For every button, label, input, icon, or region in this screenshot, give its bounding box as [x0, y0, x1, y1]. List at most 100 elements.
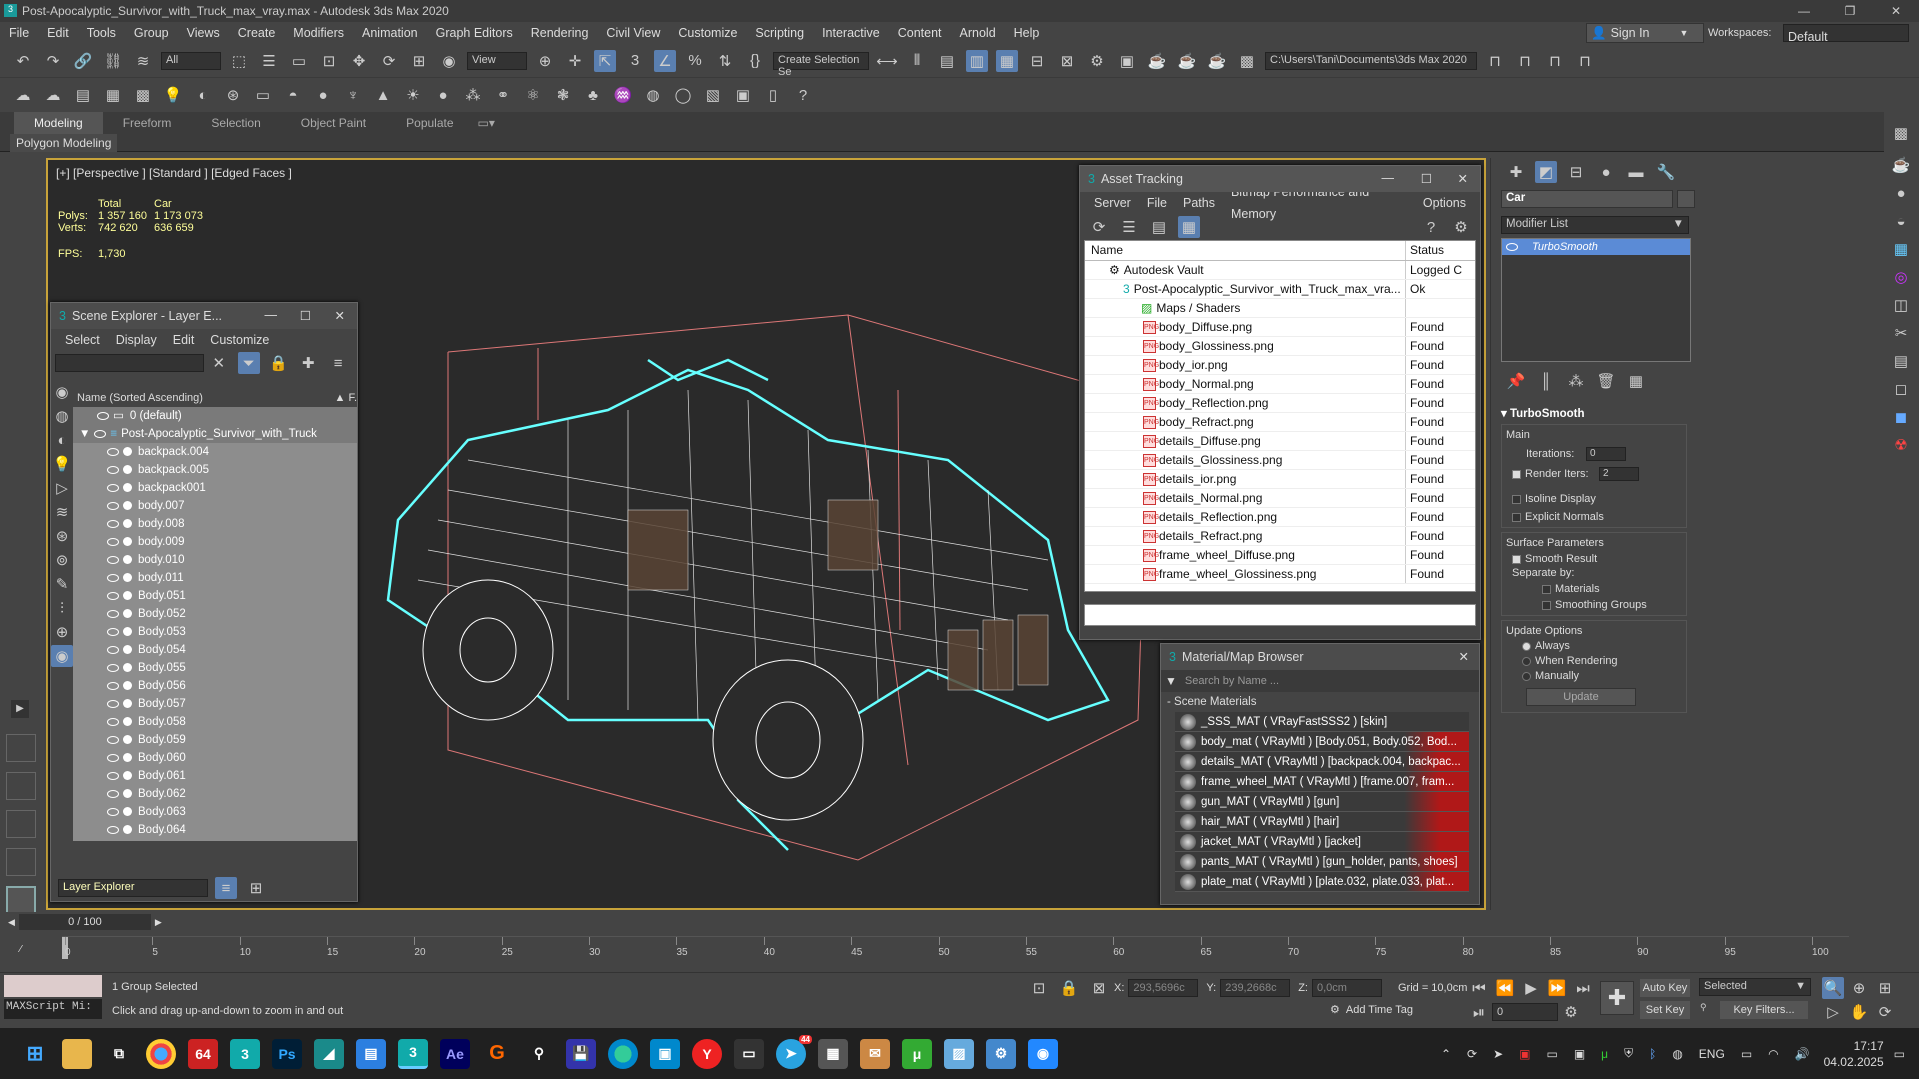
sphere-icon[interactable]: ● — [1890, 182, 1912, 204]
key-set-dropdown[interactable]: Selected ▼ — [1699, 978, 1811, 996]
menu-tools[interactable]: Tools — [78, 22, 125, 44]
layout-icon[interactable] — [6, 886, 36, 914]
expand-arrow-icon[interactable]: ▼ — [79, 428, 90, 440]
eye-icon[interactable] — [107, 555, 119, 564]
bug-icon[interactable]: ☢ — [1890, 434, 1912, 456]
material-browser-titlebar[interactable]: 3 Material/Map Browser ✕ — [1161, 644, 1479, 670]
list-item[interactable]: Body.059 — [73, 731, 357, 749]
curve-editor-icon[interactable]: ▦ — [996, 49, 1018, 72]
settings-icon[interactable]: ▯ — [762, 84, 784, 106]
save-app-icon[interactable]: 💾 — [566, 1038, 596, 1069]
timeline-prev-icon[interactable]: ◀ — [8, 917, 15, 928]
mesh-light-icon[interactable]: ♆ — [342, 84, 364, 106]
list-item[interactable]: _SSS_MAT ( VRayFastSSS2 ) [skin] — [1175, 712, 1469, 732]
menu-paths[interactable]: Paths — [1183, 192, 1215, 214]
materials-checkbox[interactable] — [1542, 584, 1551, 594]
list-item[interactable]: backpack.005 — [73, 461, 357, 479]
menu-group[interactable]: Group — [125, 22, 178, 44]
menu-display[interactable]: Display — [116, 329, 157, 351]
tab-freeform[interactable]: Freeform — [103, 112, 192, 134]
table-icon[interactable]: ▤ — [1890, 350, 1912, 372]
scale-icon[interactable]: ⊞ — [408, 50, 430, 72]
eye-icon[interactable] — [94, 429, 107, 438]
clear-icon[interactable]: ✕ — [208, 352, 230, 374]
table-row[interactable]: PNGdetails_Refract.png Found — [1085, 527, 1475, 546]
add-layer-icon[interactable]: ✚ — [297, 352, 319, 374]
close-icon[interactable]: ✕ — [1873, 4, 1919, 18]
undo-icon[interactable]: ↶ — [12, 50, 34, 72]
render-frame-icon[interactable]: ▣ — [1116, 50, 1138, 72]
fov-icon[interactable]: ▷ — [1822, 1001, 1844, 1023]
tray-shield-icon[interactable]: ⛨ — [1624, 1046, 1633, 1061]
yandex-icon[interactable]: Y — [692, 1038, 722, 1069]
layers-icon[interactable]: ≡ — [327, 352, 349, 374]
go-to-start-icon[interactable]: ⏮ — [1468, 977, 1490, 999]
toggle-ribbon-icon[interactable]: ▥ — [966, 49, 988, 72]
smoothing-groups-checkbox[interactable] — [1542, 600, 1551, 610]
tray-app-icon[interactable]: ▣ — [1519, 1047, 1530, 1061]
plant-icon[interactable]: ♣ — [582, 84, 604, 106]
spinner-snap-icon[interactable]: ⇅ — [714, 50, 736, 72]
photoshop-icon[interactable]: Ps — [272, 1038, 302, 1069]
torrent-icon[interactable]: μ — [902, 1038, 932, 1069]
list-item[interactable]: body_mat ( VRayMtl ) [Body.051, Body.052… — [1175, 732, 1469, 752]
named-selection-dropdown[interactable]: Create Selection Se — [773, 51, 869, 78]
align-icon[interactable]: ⫴ — [906, 50, 928, 72]
status-column-header[interactable]: Status — [1405, 241, 1475, 260]
close-icon[interactable]: ✕ — [335, 308, 345, 323]
z-coordinate-field[interactable]: 0,0cm — [1311, 979, 1382, 997]
add-time-tag[interactable]: Add Time Tag — [1346, 1004, 1413, 1016]
rollout-header[interactable]: ▾ TurboSmooth — [1501, 406, 1687, 420]
project-new-icon[interactable]: ⊓ — [1574, 50, 1596, 72]
list-item[interactable]: gun_MAT ( VRayMtl ) [gun] — [1175, 792, 1469, 812]
sphere-icon[interactable]: ● — [312, 84, 334, 106]
eye-icon[interactable] — [107, 771, 119, 780]
help-icon[interactable]: ? — [1420, 216, 1442, 238]
blue-box-icon[interactable]: ◼ — [1890, 406, 1912, 428]
zoom-extents-icon[interactable]: ⊞ — [1874, 977, 1896, 999]
tab-populate[interactable]: Populate — [386, 112, 473, 134]
iterations-spinner[interactable]: 0 — [1586, 447, 1626, 461]
list-item[interactable]: Body.052 — [73, 605, 357, 623]
notepad-icon[interactable]: ▤ — [356, 1038, 386, 1069]
stack-item[interactable]: TurboSmooth — [1502, 239, 1690, 255]
modifier-list-dropdown[interactable]: Modifier List ▼ — [1501, 216, 1689, 234]
timeline-next-icon[interactable]: ▶ — [155, 917, 162, 928]
sign-in-button[interactable]: 👤 Sign In ▼ — [1586, 23, 1704, 43]
tab-selection[interactable]: Selection — [191, 112, 280, 134]
render-setup-icon[interactable]: ⚙ — [1086, 50, 1108, 72]
vfb-icon[interactable]: ▣ — [732, 84, 754, 106]
tab-object-paint[interactable]: Object Paint — [281, 112, 386, 134]
table-row[interactable]: PNGdetails_Reflection.png Found — [1085, 508, 1475, 527]
teapot-icon[interactable]: ☁ — [12, 84, 34, 106]
tray-telegram-icon[interactable]: ➤ — [1493, 1047, 1503, 1061]
eye-icon[interactable] — [107, 501, 119, 510]
table-row[interactable]: 3 Post-Apocalyptic_Survivor_with_Truck_ma… — [1085, 280, 1475, 299]
list-item[interactable]: Body.065 — [73, 839, 357, 841]
menu-animation[interactable]: Animation — [353, 22, 427, 44]
minimize-icon[interactable]: — — [1781, 4, 1827, 18]
list-item[interactable]: Body.051 — [73, 587, 357, 605]
plane-icon[interactable]: ▭ — [252, 84, 274, 106]
remove-modifier-icon[interactable]: 🗑 — [1595, 370, 1617, 392]
y-coordinate-field[interactable]: 239,2668c — [1220, 979, 1291, 997]
menu-customize[interactable]: Customize — [669, 22, 746, 44]
cloud-icon[interactable]: ☁ — [42, 84, 64, 106]
rotate-icon[interactable]: ⟳ — [378, 50, 400, 72]
mail-icon[interactable]: ✉ — [860, 1038, 890, 1069]
sun-icon[interactable]: ☀ — [402, 84, 424, 106]
material-search-input[interactable]: Search by Name ... — [1185, 675, 1279, 687]
render-iterative-icon[interactable]: ☕ — [1176, 50, 1198, 72]
settings-app-icon[interactable]: ⚙ — [986, 1038, 1016, 1069]
maximize-icon[interactable]: ❐ — [1827, 4, 1873, 18]
eye-icon[interactable] — [107, 681, 119, 690]
list-item[interactable]: Body.057 — [73, 695, 357, 713]
eye-icon[interactable] — [107, 573, 119, 582]
list-item[interactable]: Body.062 — [73, 785, 357, 803]
explorer-type-dropdown[interactable]: Layer Explorer — [58, 879, 208, 897]
list-item[interactable]: pants_MAT ( VRayMtl ) [gun_holder, pants… — [1175, 852, 1469, 872]
clock[interactable]: 17:17 04.02.2025 — [1824, 1038, 1884, 1070]
photos-icon[interactable]: ▨ — [944, 1038, 974, 1069]
table-row[interactable]: PNGframe_wheel_Diffuse.png Found — [1085, 546, 1475, 565]
close-icon[interactable]: ✕ — [1458, 171, 1468, 186]
